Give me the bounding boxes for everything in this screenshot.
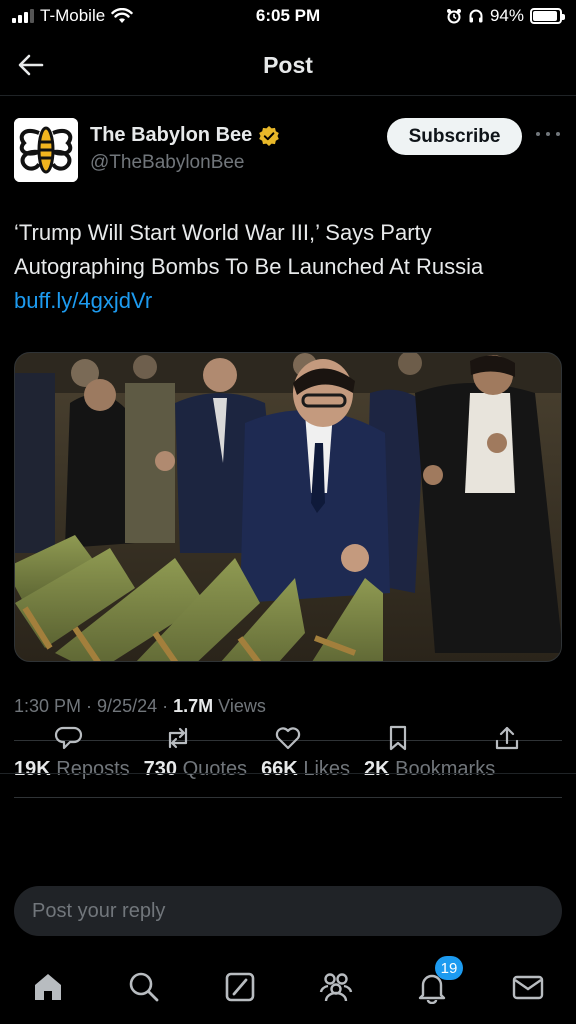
- more-options-icon[interactable]: [536, 126, 560, 142]
- alarm-icon: [446, 9, 461, 24]
- post-link[interactable]: buff.ly/4gxjdVr: [14, 284, 152, 318]
- share-icon[interactable]: [491, 722, 523, 754]
- home-icon[interactable]: [29, 968, 67, 1006]
- headphones-icon: [469, 9, 483, 23]
- post-actions: [0, 702, 576, 774]
- post-image[interactable]: [14, 352, 562, 662]
- post-header: Post: [0, 34, 576, 96]
- photo-illustration: [15, 353, 561, 661]
- bookmark-icon[interactable]: [382, 722, 414, 754]
- author-name-label: The Babylon Bee: [90, 124, 253, 146]
- author-name[interactable]: The Babylon Bee: [90, 124, 280, 147]
- post-text: ‘Trump Will Start World War III,’ Says P…: [14, 220, 484, 279]
- babylon-bee-logo: [14, 118, 78, 182]
- subscribe-button[interactable]: Subscribe: [387, 118, 522, 155]
- messages-icon[interactable]: [509, 968, 547, 1006]
- like-icon[interactable]: [272, 722, 304, 754]
- notifications-badge: 19: [435, 956, 463, 980]
- grok-icon[interactable]: [221, 968, 259, 1006]
- author-handle[interactable]: @TheBabylonBee: [90, 152, 245, 174]
- battery-percent: 94%: [489, 6, 524, 25]
- status-right: 94%: [446, 6, 565, 26]
- communities-icon[interactable]: [317, 968, 355, 1006]
- reply-icon[interactable]: [53, 722, 85, 754]
- reply-input[interactable]: [14, 886, 562, 936]
- repost-icon[interactable]: [162, 722, 194, 754]
- verified-badge-icon: [259, 125, 280, 146]
- search-icon[interactable]: [125, 968, 163, 1006]
- battery-icon: [530, 8, 565, 24]
- tab-bar: 19: [0, 952, 576, 1024]
- reply-bar: [14, 886, 562, 936]
- avatar[interactable]: [14, 118, 78, 182]
- page-title: Post: [263, 52, 313, 78]
- status-bar: T-Mobile 6:05 PM 94%: [0, 0, 576, 34]
- notifications-icon[interactable]: 19: [413, 956, 463, 1006]
